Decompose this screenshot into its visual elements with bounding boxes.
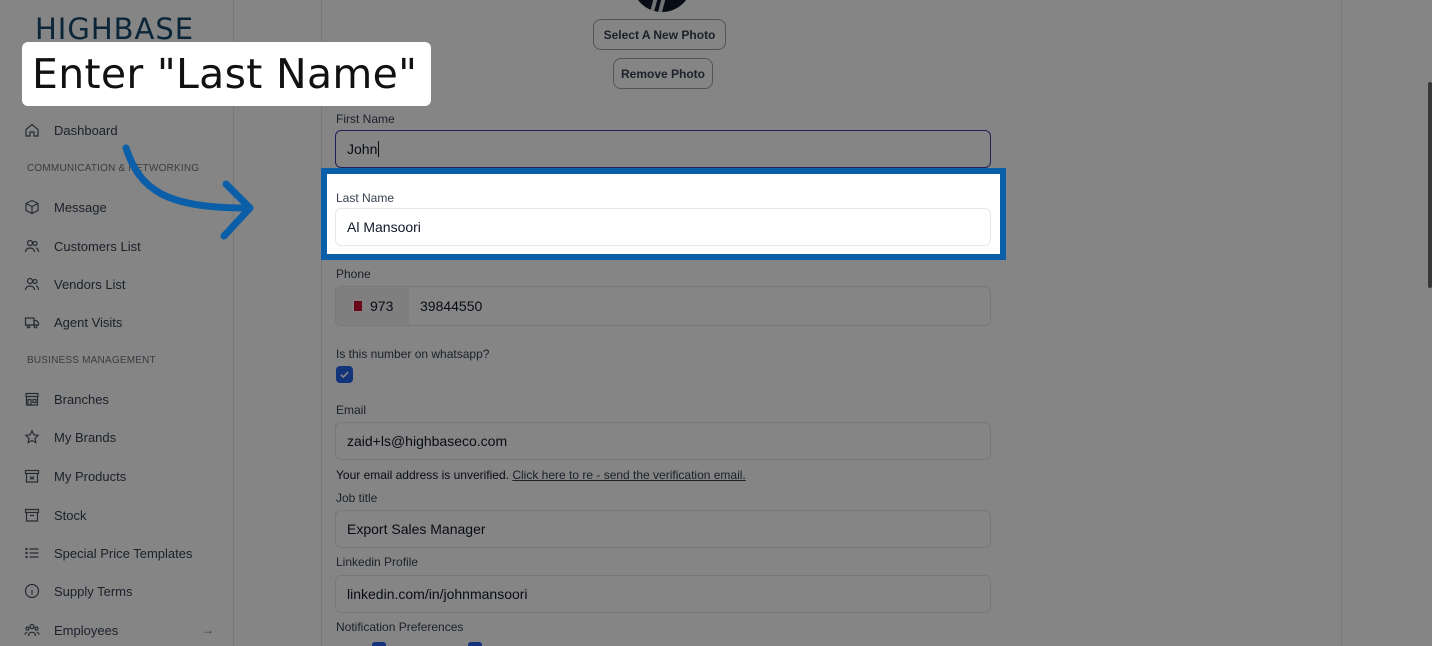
first-name-value: John [347,141,378,157]
last-name-field[interactable]: Al Mansoori [335,208,991,246]
resend-verification-link[interactable]: Click here to re - send the verification… [512,468,745,482]
first-name-label: First Name [336,112,395,126]
job-title-field[interactable]: Export Sales Manager [335,510,991,548]
archive-icon [24,507,40,523]
store-icon [24,391,40,407]
sidebar-item-label: Dashboard [54,122,118,138]
brand-logo[interactable]: HIGHBASE [35,12,194,46]
home-icon [24,122,40,138]
sidebar-item-label: My Brands [54,429,117,445]
list-icon [24,545,40,561]
email-value: zaid+ls@highbaseco.com [347,433,508,449]
pointer-arrow-icon [122,144,254,240]
last-name-highlight: Last Name Al Mansoori [321,168,1006,260]
sidebar-item-label: My Products [54,468,127,484]
email-unverified-notice: Your email address is unverified. Click … [336,468,746,482]
job-title-label: Job title [336,491,378,505]
notification-checkbox[interactable] [468,642,482,646]
team-icon [24,622,40,638]
phone-number-value: 39844550 [420,298,483,314]
linkedin-field[interactable]: linkedin.com/in/johnmansoori [335,575,991,613]
sidebar-item-label: Special Price Templates [54,545,193,561]
linkedin-label: Linkedin Profile [336,555,419,569]
sidebar-item-supply-terms[interactable]: Supply Terms [24,579,214,603]
remove-photo-button[interactable]: Remove Photo [613,58,713,89]
sidebar-item-label: Vendors List [54,276,126,292]
sidebar-item-agent-visits[interactable]: Agent Visits [24,310,214,334]
sidebar-item-vendors-list[interactable]: Vendors List [24,272,214,296]
first-name-field[interactable]: John [335,130,991,168]
email-field[interactable]: zaid+ls@highbaseco.com [335,422,991,460]
tutorial-callout: Enter "Last Name" [22,42,431,106]
text-caret [378,141,380,157]
chevron-right-icon: → [202,623,214,637]
section-heading-business: BUSINESS MANAGEMENT [27,355,156,366]
job-title-value: Export Sales Manager [347,521,486,537]
sidebar-item-label: Stock [54,507,87,523]
right-pane [1341,0,1432,646]
sidebar-item-stock[interactable]: Stock [24,503,214,527]
sidebar-item-my-brands[interactable]: My Brands [24,425,214,449]
truck-icon [24,314,40,330]
sidebar-item-branches[interactable]: Branches [24,387,214,411]
sidebar-item-employees[interactable]: Employees → [24,618,214,642]
sidebar-item-label: Employees [54,622,119,638]
cube-icon [24,199,40,215]
star-icon [24,429,40,445]
sidebar-item-dashboard[interactable]: Dashboard [24,118,214,142]
whatsapp-label: Is this number on whatsapp? [336,347,490,361]
sidebar-item-label: Branches [54,391,109,407]
last-name-value: Al Mansoori [347,219,421,235]
country-code-value: 973 [370,298,394,314]
notification-checkbox[interactable] [372,642,386,646]
sidebar-item-label: Agent Visits [54,314,123,330]
scrollbar-thumb[interactable] [1428,82,1432,288]
select-photo-button[interactable]: Select A New Photo [593,19,726,50]
info-icon [24,583,40,599]
profile-avatar [632,0,692,12]
notification-preferences-label: Notification Preferences [336,620,464,634]
sidebar-item-label: Message [54,199,107,215]
users-icon [24,276,40,292]
last-name-label: Last Name [336,191,395,205]
phone-label: Phone [336,267,371,281]
whatsapp-checkbox[interactable] [336,366,353,383]
sidebar-item-special-price-templates[interactable]: Special Price Templates [24,541,214,565]
sidebar-item-my-products[interactable]: My Products [24,464,214,488]
email-label: Email [336,403,367,417]
check-icon [340,371,349,379]
box-icon [24,468,40,484]
country-code-select[interactable]: 973 [336,287,409,325]
bahrain-flag-icon [352,301,362,311]
sidebar-item-label: Supply Terms [54,583,133,599]
users-icon [24,238,40,254]
email-helper-text: Your email address is unverified. [336,468,509,482]
linkedin-value: linkedin.com/in/johnmansoori [347,586,528,602]
